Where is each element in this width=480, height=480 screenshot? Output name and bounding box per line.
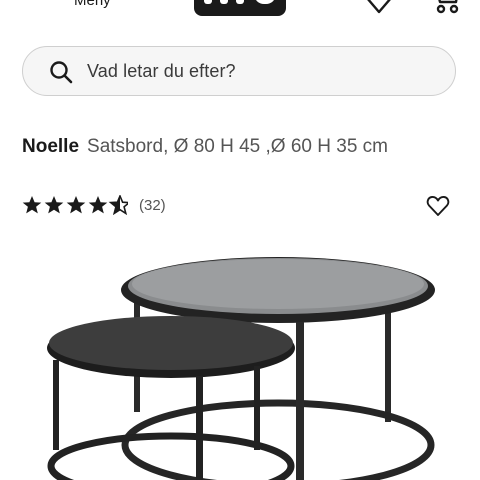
search-input[interactable]: Vad letar du efter? [22, 46, 456, 96]
product-rating[interactable]: (32) [22, 195, 222, 217]
star-icon [66, 196, 86, 214]
star-icon [88, 196, 108, 214]
half-star-icon [109, 195, 128, 215]
brand-logo[interactable] [190, 0, 290, 18]
product-description: Satsbord, Ø 80 H 45 ,Ø 60 H 35 cm [87, 136, 389, 157]
hamburger-icon[interactable] [22, 0, 60, 10]
product-image[interactable] [0, 240, 480, 480]
wishlist-heart-icon[interactable] [426, 195, 450, 217]
product-title: Noelle Satsbord, Ø 80 H 45 ,Ø 60 H 35 cm [22, 136, 388, 158]
product-brand: Noelle [22, 136, 80, 157]
search-placeholder: Vad letar du efter? [87, 61, 236, 81]
app-header: Meny [0, 0, 480, 30]
cart-icon[interactable] [428, 0, 460, 14]
search-icon [50, 61, 73, 84]
star-rating-icons [22, 195, 128, 215]
star-icon [44, 196, 64, 214]
star-icon [22, 196, 42, 214]
review-count[interactable]: (32) [139, 197, 166, 214]
heart-icon[interactable] [364, 0, 394, 14]
menu-label[interactable]: Meny [74, 0, 111, 9]
